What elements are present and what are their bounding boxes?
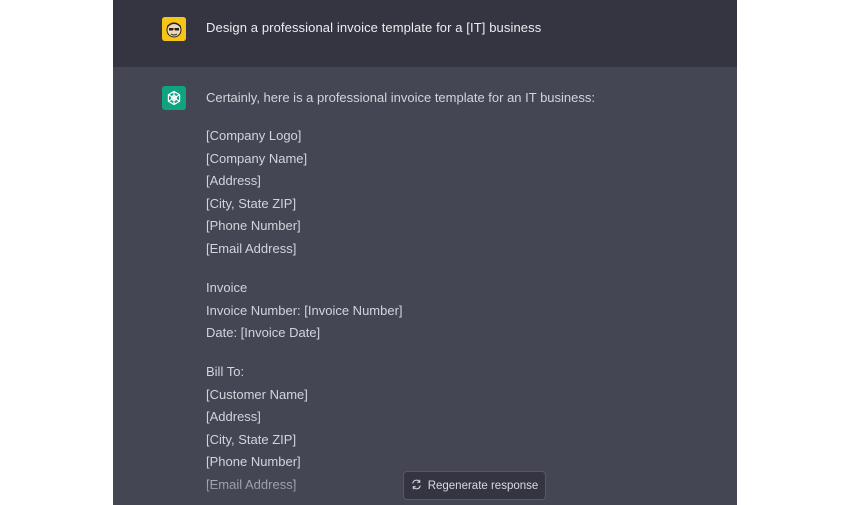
openai-logo-icon [162,86,186,110]
company-line: [Company Logo] [206,128,302,143]
user-message-row: Design a professional invoice template f… [113,0,737,67]
company-line: [City, State ZIP] [206,195,297,211]
invoice-line: Invoice [206,280,248,295]
invoice-line: Date: [Invoice Date] [206,325,321,341]
assistant-intro-text: Certainly, here is a professional invoic… [206,90,595,105]
bill-line: [Phone Number] [206,454,301,470]
bill-line: [Address] [206,409,261,425]
company-line: [Company Name] [206,150,308,166]
regenerate-response-button[interactable]: Regenerate response [403,471,546,500]
bill-line: [Customer Name] [206,386,308,402]
chat-thread: Design a professional invoice template f… [113,0,737,505]
refresh-icon [411,479,422,493]
company-line: [Address] [206,173,261,189]
bill-line: [Email Address] [206,476,297,492]
company-line: [Email Address] [206,240,297,256]
invoice-details-block: Invoice Invoice Number: [Invoice Number]… [206,277,403,345]
bill-line: [City, State ZIP] [206,431,297,447]
bill-line: Bill To: [206,364,245,379]
company-line: [Phone Number] [206,218,301,234]
user-avatar-icon [162,17,186,41]
company-details-block: [Company Logo] [Company Name] [Address] … [206,125,307,261]
user-message-text: Design a professional invoice template f… [206,20,542,35]
bill-to-block: Bill To: [Customer Name] [Address] [City… [206,361,308,497]
invoice-line: Invoice Number: [Invoice Number] [206,302,403,318]
regenerate-label: Regenerate response [427,479,539,492]
